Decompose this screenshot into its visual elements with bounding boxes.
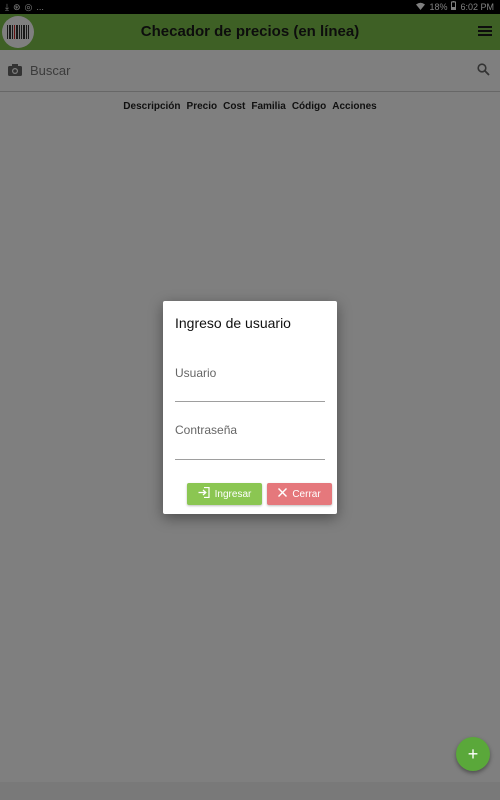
password-field[interactable] xyxy=(175,439,325,460)
close-button-label: Cerrar xyxy=(292,488,321,500)
close-button[interactable]: Cerrar xyxy=(267,483,332,505)
password-label: Contraseña xyxy=(175,423,238,437)
login-button-label: Ingresar xyxy=(214,488,252,500)
login-dialog: Ingreso de usuario Usuario Contraseña In… xyxy=(163,301,337,514)
username-field[interactable] xyxy=(175,381,325,402)
add-button[interactable]: + xyxy=(456,737,490,771)
close-icon xyxy=(278,488,288,500)
login-button[interactable]: Ingresar xyxy=(187,483,262,505)
username-label: Usuario xyxy=(175,366,217,380)
dialog-title: Ingreso de usuario xyxy=(175,315,291,331)
login-icon xyxy=(198,486,210,501)
